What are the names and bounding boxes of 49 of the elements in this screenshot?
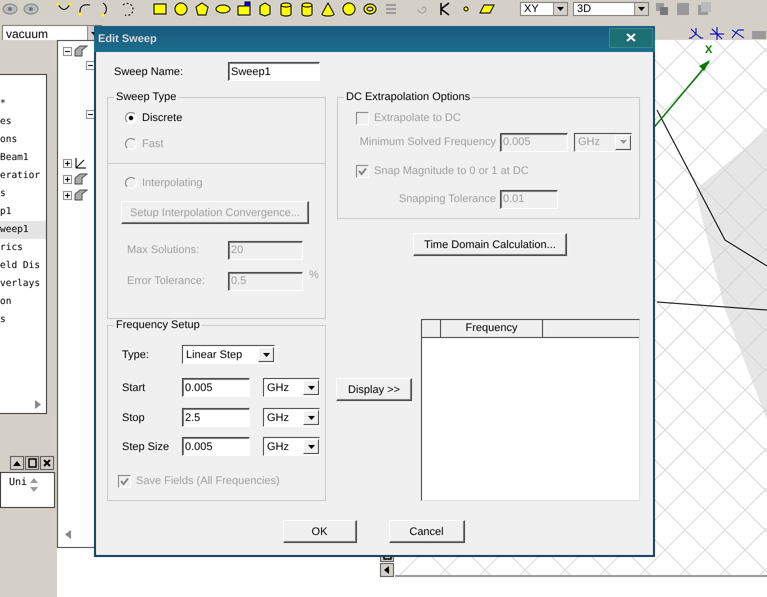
- tree-item[interactable]: verlays: [0, 275, 46, 293]
- radio-label: Discrete: [142, 112, 182, 124]
- axis-label: X: [705, 44, 712, 56]
- tree-item[interactable]: p1: [0, 203, 46, 221]
- checkbox-label: Save Fields (All Frequencies): [136, 475, 280, 487]
- field-label: Step Size: [122, 440, 170, 452]
- tree-item[interactable]: ons: [0, 131, 46, 149]
- tree-item[interactable]: on: [0, 293, 46, 311]
- field-label: Minimum Solved Frequency: [358, 136, 497, 148]
- radio-label: Fast: [142, 138, 164, 150]
- field-label: Start: [122, 382, 146, 394]
- checkbox-label: Extrapolate to DC: [374, 112, 461, 124]
- field-label: Snapping Tolerance: [398, 193, 497, 205]
- button[interactable]: OK: [282, 520, 356, 543]
- tree-item[interactable]: Beam1: [0, 149, 46, 167]
- radio-label: Interpolating: [142, 177, 203, 189]
- tree-item[interactable]: weep1: [0, 221, 46, 239]
- field-label: Max Solutions:: [127, 244, 200, 256]
- tree-item[interactable]: s: [0, 311, 46, 329]
- column-header: Frequency: [441, 320, 543, 337]
- tree-item[interactable]: eratior: [0, 167, 46, 185]
- unit-dropdown[interactable]: GHz: [263, 408, 320, 427]
- tree-item[interactable]: rics: [0, 239, 46, 257]
- group-title: DC Extrapolation Options: [344, 91, 472, 104]
- tree-item[interactable]: es: [0, 113, 46, 131]
- field-label: Error Tolerance:: [127, 275, 206, 287]
- unit-label: %: [309, 269, 319, 281]
- tree-item[interactable]: eld Dis: [0, 257, 46, 275]
- group-title: Frequency Setup: [114, 319, 202, 332]
- field-label: Sweep Name:: [114, 66, 184, 78]
- text-field[interactable]: 2.5: [182, 408, 250, 427]
- tree-item[interactable]: s: [0, 185, 46, 203]
- unit-dropdown[interactable]: GHz: [263, 437, 320, 456]
- view-dropdown[interactable]: 3D: [573, 2, 649, 16]
- plane-dropdown[interactable]: XY: [520, 2, 568, 16]
- field-label: Stop: [122, 412, 146, 424]
- unit-dropdown[interactable]: GHz: [263, 378, 320, 397]
- text-field[interactable]: 0.005: [182, 437, 250, 456]
- text-field[interactable]: Sweep1: [228, 62, 320, 81]
- checkbox-label: Snap Magnitude to 0 or 1 at DC: [374, 165, 529, 177]
- field-label: Type:: [122, 348, 150, 360]
- text-field[interactable]: 0.005: [182, 378, 250, 397]
- button[interactable]: Time Domain Calculation...: [413, 233, 567, 256]
- button[interactable]: Display >>: [336, 378, 412, 401]
- column-header: Uni: [9, 477, 28, 488]
- group-title: Sweep Type: [114, 91, 178, 104]
- button[interactable]: Cancel: [388, 520, 464, 543]
- tree-item[interactable]: *: [0, 95, 46, 113]
- type-dropdown[interactable]: Linear Step: [182, 345, 275, 364]
